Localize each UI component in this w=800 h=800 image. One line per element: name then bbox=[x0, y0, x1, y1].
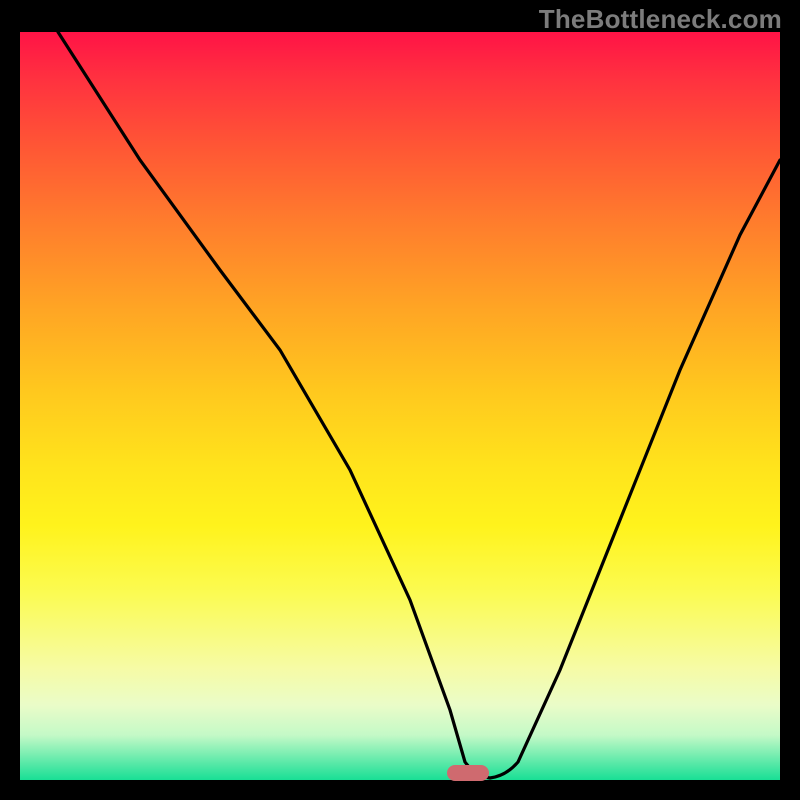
watermark-text: TheBottleneck.com bbox=[539, 4, 782, 35]
plot-area bbox=[20, 32, 780, 780]
line-series bbox=[20, 32, 780, 780]
curve-path bbox=[58, 32, 780, 778]
chart-frame: TheBottleneck.com bbox=[0, 0, 800, 800]
optimum-marker bbox=[447, 765, 489, 781]
